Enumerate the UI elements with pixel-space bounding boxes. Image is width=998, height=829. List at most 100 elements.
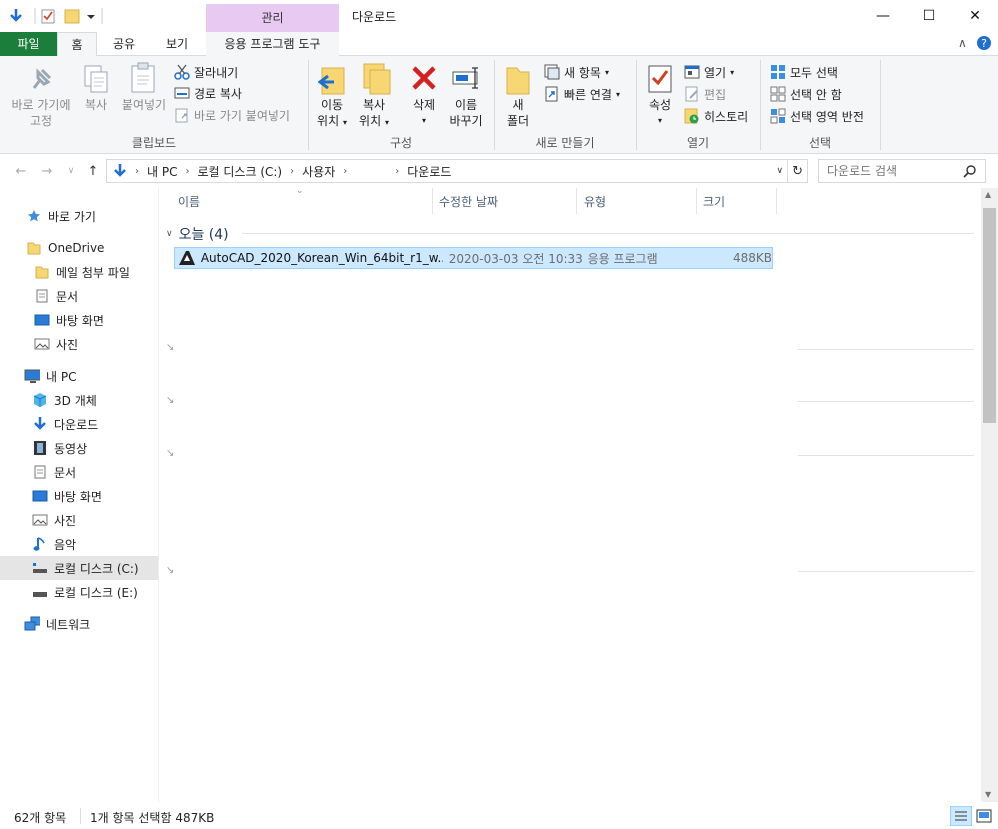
paste-button[interactable]: 붙여넣기 (118, 97, 170, 113)
breadcrumb-users[interactable]: 사용자 (302, 163, 335, 180)
collapse-ribbon-icon[interactable]: ∧ (958, 36, 967, 50)
new-item-button[interactable]: 새 항목 ▾ (544, 62, 609, 82)
open-button[interactable]: 열기 ▾ (684, 62, 734, 82)
search-input[interactable]: 다운로드 검색 (818, 159, 986, 183)
select-none-button[interactable]: 선택 안 함 (770, 84, 842, 104)
forward-arrow-icon[interactable]: → (36, 159, 58, 183)
move-to-button[interactable]: 이동 위치 ▾ (310, 97, 354, 131)
nav-music[interactable]: 음악 (0, 532, 158, 556)
close-button[interactable]: ✕ (952, 0, 998, 32)
easy-access-button[interactable]: 빠른 연결 ▾ (544, 84, 620, 104)
svg-text:?: ? (981, 37, 987, 50)
status-separator (80, 808, 81, 824)
refresh-icon[interactable]: ↻ (792, 164, 803, 179)
group-divider (798, 455, 974, 456)
details-view-button[interactable] (950, 806, 972, 826)
group-label-clipboard: 클립보드 (131, 136, 177, 150)
computer-icon (24, 369, 40, 383)
recent-locations-icon[interactable]: ∨ (60, 159, 82, 183)
help-icon[interactable]: ? (976, 35, 992, 54)
group-header-today[interactable]: ∨ 오늘 (4) (166, 224, 229, 244)
breadcrumb-separator: › (135, 165, 139, 177)
nav-local-disk-c[interactable]: 로컬 디스크 (C:) (0, 556, 158, 580)
new-folder-button[interactable]: 새 폴더 (498, 97, 538, 129)
edit-button[interactable]: 편집 (684, 84, 726, 104)
nav-3d-objects[interactable]: 3D 개체 (0, 388, 158, 412)
window-title: 다운로드 (352, 10, 397, 24)
file-name: AutoCAD_2020_Korean_Win_64bit_r1_w... (200, 251, 443, 265)
nav-this-pc[interactable]: 내 PC (0, 364, 158, 388)
desktop-icon (32, 489, 48, 503)
properties-button[interactable]: 속성 ▾ (640, 97, 680, 129)
address-bar[interactable]: › 내 PC › 로컬 디스크 (C:) › 사용자 › › 다운로드 ∨ ↻ (106, 159, 808, 183)
tab-share[interactable]: 공유 (104, 32, 144, 56)
group-label-open: 열기 (686, 136, 710, 150)
nav-downloads[interactable]: 다운로드 (0, 412, 158, 436)
minimize-button[interactable]: — (860, 0, 906, 32)
nav-onedrive[interactable]: OneDrive (0, 236, 158, 260)
nav-network[interactable]: 네트워크 (0, 612, 158, 636)
collapsed-group-chevron-icon[interactable]: ↘ (166, 448, 174, 459)
column-type[interactable]: 유형 (584, 193, 606, 210)
copy-button[interactable]: 복사 (78, 97, 114, 113)
nav-documents[interactable]: 문서 (0, 460, 158, 484)
music-note-icon (32, 537, 48, 551)
rename-button[interactable]: 이름 바꾸기 (444, 97, 488, 129)
nav-mail-attachments[interactable]: 메일 첨부 파일 (0, 260, 158, 284)
nav-desktop[interactable]: 바탕 화면 (0, 484, 158, 508)
column-size[interactable]: 크기 (703, 193, 725, 210)
address-dropdown-icon[interactable]: ∨ (777, 166, 784, 176)
nav-pictures[interactable]: 사진 (0, 508, 158, 532)
scrollbar-thumb[interactable] (983, 208, 996, 423)
downloads-arrow-icon (114, 164, 126, 177)
paste-shortcut-button[interactable]: 바로 가기 붙여넣기 (174, 105, 290, 125)
select-all-button[interactable]: 모두 선택 (770, 62, 838, 82)
tab-view[interactable]: 보기 (156, 32, 198, 56)
nav-videos[interactable]: 동영상 (0, 436, 158, 460)
large-icons-view-button[interactable] (976, 808, 992, 827)
group-label-organize: 구성 (389, 136, 413, 150)
scroll-up-arrow-icon[interactable]: ▲ (985, 190, 991, 199)
nav-local-disk-e[interactable]: 로컬 디스크 (E:) (0, 580, 158, 604)
column-separator[interactable] (432, 188, 433, 214)
search-icon (963, 165, 976, 178)
history-button[interactable]: 히스토리 (684, 106, 748, 126)
delete-button[interactable]: 삭제 ▾ (402, 97, 446, 129)
scroll-down-arrow-icon[interactable]: ▼ (985, 790, 991, 799)
column-name[interactable]: 이름 (178, 193, 200, 210)
breadcrumb-this-pc[interactable]: 내 PC (147, 163, 177, 180)
pin-quick-access-button[interactable]: 바로 가기에 고정 (4, 97, 78, 129)
delete-icon (410, 64, 438, 95)
column-modified[interactable]: 수정한 날짜 (439, 193, 498, 210)
nav-onedrive-documents[interactable]: 문서 (0, 284, 158, 308)
move-to-icon (317, 64, 348, 101)
breadcrumb-local-disk-c[interactable]: 로컬 디스크 (C:) (197, 163, 282, 180)
cut-button[interactable]: 잘라내기 (174, 62, 238, 82)
document-icon (32, 465, 48, 479)
column-header-row (160, 188, 980, 214)
up-arrow-icon[interactable]: ↑ (82, 159, 104, 183)
large-icons-view-icon (976, 809, 992, 823)
collapsed-group-chevron-icon[interactable]: ↘ (166, 565, 174, 576)
collapsed-group-chevron-icon[interactable]: ↘ (166, 342, 174, 353)
ribbon-separator (880, 60, 881, 150)
file-row[interactable]: AutoCAD_2020_Korean_Win_64bit_r1_w... 20… (174, 247, 773, 269)
collapsed-group-chevron-icon[interactable]: ↘ (166, 395, 174, 406)
column-separator[interactable] (576, 188, 577, 214)
tab-file[interactable]: 파일 (0, 32, 57, 56)
tab-home[interactable]: 홈 (57, 32, 97, 57)
copy-to-button[interactable]: 복사 위치 ▾ (352, 97, 396, 131)
nav-quick-access[interactable]: 바로 가기 (0, 204, 158, 228)
column-separator[interactable] (696, 188, 697, 214)
group-divider (798, 401, 974, 402)
back-arrow-icon[interactable]: ← (10, 159, 32, 183)
nav-onedrive-desktop[interactable]: 바탕 화면 (0, 308, 158, 332)
invert-selection-button[interactable]: 선택 영역 반전 (770, 106, 864, 126)
column-separator[interactable] (776, 188, 777, 214)
copy-path-button[interactable]: 경로 복사 (174, 83, 242, 103)
tab-app-tools[interactable]: 응용 프로그램 도구 (206, 32, 339, 56)
pin-icon (28, 66, 54, 97)
nav-onedrive-pictures[interactable]: 사진 (0, 332, 158, 356)
maximize-button[interactable]: ☐ (906, 0, 952, 32)
breadcrumb-downloads[interactable]: 다운로드 (407, 163, 451, 180)
